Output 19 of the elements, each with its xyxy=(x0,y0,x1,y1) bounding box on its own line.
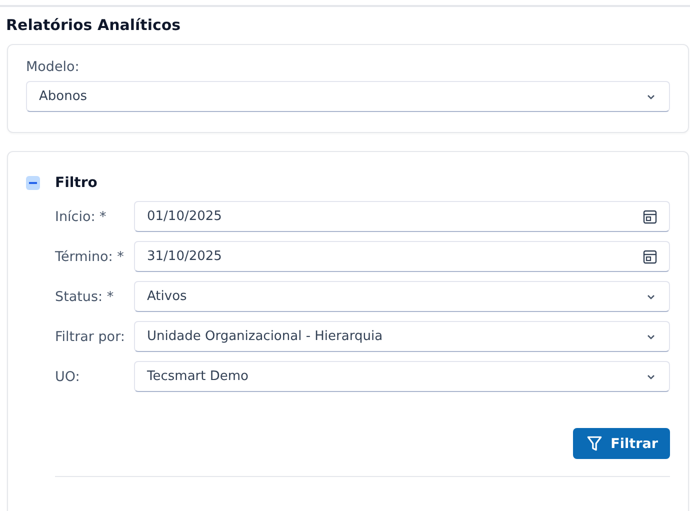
calendar-icon xyxy=(643,250,657,264)
calendar-icon xyxy=(643,210,657,224)
select-field[interactable]: Ativos xyxy=(134,281,670,312)
page-title: Relatórios Analíticos xyxy=(6,16,182,34)
field-label: UO: xyxy=(55,368,81,384)
select-field[interactable]: Unidade Organizacional - Hierarquia xyxy=(134,321,670,352)
field-label: Modelo: xyxy=(26,59,80,76)
field-label: Filtrar por: xyxy=(55,328,126,344)
date-field[interactable]: 31/10/2025 xyxy=(134,241,670,272)
field-label: Início: * xyxy=(55,208,108,224)
filter-button[interactable]: Filtrar xyxy=(572,428,670,459)
funnel-icon xyxy=(586,435,603,452)
select-field[interactable]: Abonos xyxy=(26,81,670,112)
collapse-toggle[interactable] xyxy=(26,176,40,190)
field-label: Término: * xyxy=(55,248,125,264)
select-field[interactable]: Tecsmart Demo xyxy=(134,361,670,392)
date-field[interactable]: 01/10/2025 xyxy=(134,201,670,232)
section-title: Filtro xyxy=(55,175,98,191)
field-label: Status: * xyxy=(55,288,115,304)
